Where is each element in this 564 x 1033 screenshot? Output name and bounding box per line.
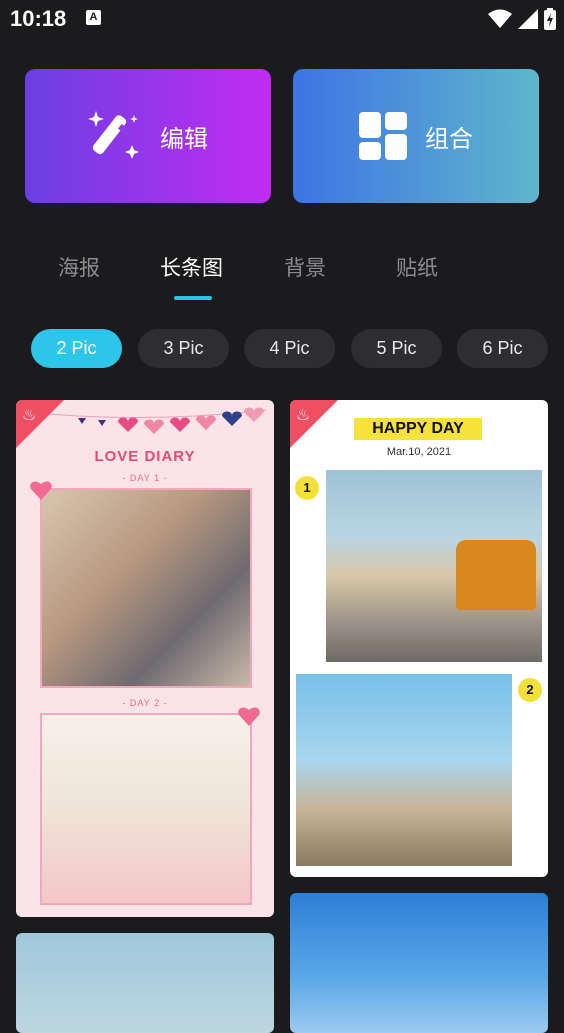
active-tab-indicator xyxy=(174,296,212,300)
edit-card[interactable]: 编辑 xyxy=(25,69,271,203)
photo-couple xyxy=(40,488,252,688)
heart-icon xyxy=(238,707,260,726)
photo-van-beach xyxy=(326,470,542,662)
wifi-icon xyxy=(488,9,512,28)
magic-wand-icon xyxy=(88,111,139,159)
fire-icon: ♨ xyxy=(296,405,311,424)
day-1-label: - DAY 1 - xyxy=(122,473,168,483)
accessibility-notification-icon: A xyxy=(86,10,101,25)
template-happy-day[interactable]: HAPPY DAY Mar.10, 2021 1 2 ♨ xyxy=(290,400,548,877)
status-time: 10:18 xyxy=(10,6,67,31)
photo-number-2: 2 xyxy=(518,678,542,702)
happy-day-title: HAPPY DAY xyxy=(354,418,482,440)
combine-card[interactable]: 组合 xyxy=(293,69,539,203)
signal-icon xyxy=(518,9,538,29)
grid-layout-icon xyxy=(359,112,407,160)
love-diary-title: LOVE DIARY xyxy=(94,448,196,465)
pic-count-filters: 2 Pic 3 Pic 4 Pic 5 Pic 6 Pic xyxy=(0,329,564,369)
heart-icon xyxy=(30,481,52,500)
chip-6-pic[interactable]: 6 Pic xyxy=(457,329,548,368)
tab-poster[interactable]: 海报 xyxy=(58,252,100,282)
battery-icon xyxy=(544,8,556,30)
orange-van xyxy=(456,540,536,610)
status-bar: 10:18 A xyxy=(0,0,564,40)
photo-number-1: 1 xyxy=(295,476,319,500)
edit-label: 编辑 xyxy=(160,124,208,153)
combine-label: 组合 xyxy=(425,124,473,153)
fire-icon: ♨ xyxy=(22,405,37,424)
template-love-diary[interactable]: LOVE DIARY - DAY 1 - - DAY 2 - ♨ xyxy=(16,400,274,917)
tab-sticker[interactable]: 贴纸 xyxy=(396,252,438,282)
template-card-3[interactable] xyxy=(16,933,274,1033)
tab-long-image[interactable]: 长条图 xyxy=(160,252,223,282)
photo-friends-jumping xyxy=(296,674,512,866)
photo-cake xyxy=(40,713,252,905)
status-icons xyxy=(488,8,556,30)
chip-3-pic[interactable]: 3 Pic xyxy=(138,329,229,368)
chip-5-pic[interactable]: 5 Pic xyxy=(351,329,442,368)
day-2-label: - DAY 2 - xyxy=(122,698,168,708)
chip-4-pic[interactable]: 4 Pic xyxy=(244,329,335,368)
chip-2-pic[interactable]: 2 Pic xyxy=(31,329,122,368)
template-card-4[interactable] xyxy=(290,893,548,1033)
category-tabs: 海报 长条图 背景 贴纸 xyxy=(0,252,564,302)
tab-background[interactable]: 背景 xyxy=(284,252,326,282)
